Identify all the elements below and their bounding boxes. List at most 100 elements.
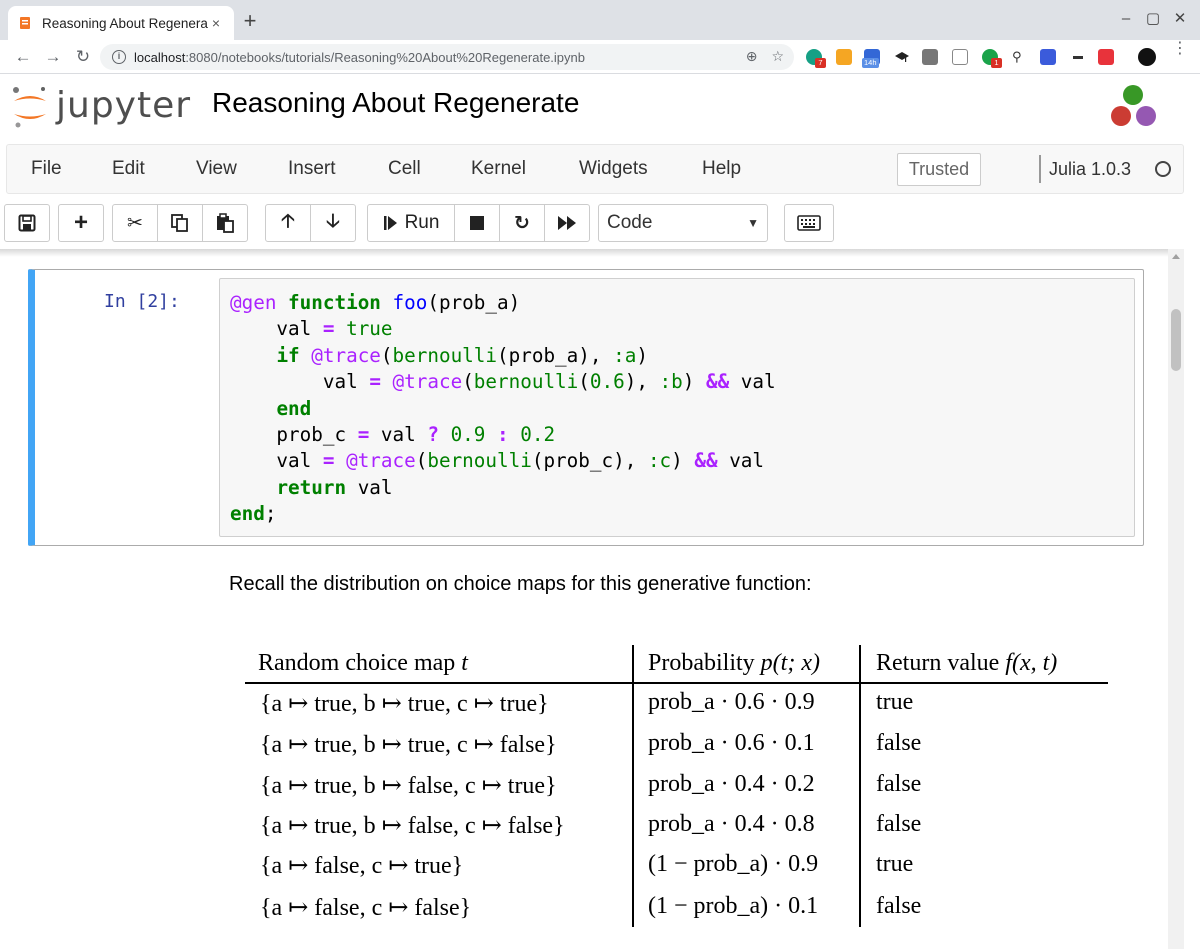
notebook-title[interactable]: Reasoning About Regenerate: [212, 87, 579, 119]
row-map: {a ↦ true, b ↦ true, c ↦ true}: [260, 691, 549, 717]
reload-icon[interactable]: ↻: [72, 46, 94, 68]
run-button[interactable]: Run: [367, 204, 455, 242]
jupyter-header: jupyter Reasoning About Regenerate: [0, 75, 1184, 141]
choice-map-table: Random choice map t Probability p(t; x) …: [245, 645, 1108, 927]
restart-run-all-button[interactable]: [544, 204, 590, 242]
header-random-choice-map: Random choice map t: [258, 650, 468, 676]
cell-type-value: Code: [607, 212, 653, 233]
bookmark-star-icon[interactable]: ☆: [771, 48, 784, 65]
browser-menu-icon[interactable]: ⋮: [1172, 41, 1188, 57]
caret-down-icon: ▼: [747, 216, 759, 230]
kernel-name[interactable]: Julia 1.0.3: [1049, 159, 1131, 180]
code-editor[interactable]: @gen function foo(prob_a) val = true if …: [219, 278, 1135, 537]
copy-icon: [171, 214, 188, 232]
row-map: {a ↦ true, b ↦ false, c ↦ false}: [260, 813, 565, 839]
extension-minus-icon[interactable]: [1070, 49, 1086, 65]
move-up-button[interactable]: 🡡: [265, 204, 311, 242]
row-map: {a ↦ true, b ↦ false, c ↦ true}: [260, 773, 557, 799]
menu-edit[interactable]: Edit: [112, 158, 145, 180]
extension-c-icon[interactable]: [922, 49, 938, 65]
site-info-icon[interactable]: i: [112, 50, 126, 64]
minimize-icon[interactable]: –: [1116, 10, 1136, 28]
column-rule: [632, 645, 634, 927]
row-probability: prob_a · 0.4 · 0.2: [648, 771, 815, 797]
zoom-icon[interactable]: ⊕: [746, 48, 758, 65]
new-tab-button[interactable]: +: [240, 10, 260, 32]
menu-insert[interactable]: Insert: [288, 158, 336, 180]
scroll-up-icon[interactable]: [1172, 254, 1180, 259]
extension-badge: 7: [815, 58, 826, 68]
scissors-icon: ✂: [127, 212, 143, 234]
plus-icon: +: [73, 209, 88, 236]
extension-search-icon[interactable]: ⚲: [1012, 49, 1028, 65]
julia-kernel-logo-icon: [1111, 85, 1156, 126]
row-map: {a ↦ false, c ↦ true}: [260, 853, 464, 879]
row-probability: prob_a · 0.6 · 0.9: [648, 689, 815, 715]
profile-avatar[interactable]: [1138, 48, 1156, 66]
insert-cell-button[interactable]: +: [58, 204, 104, 242]
browser-tabstrip: Reasoning About Regenerate × + – ▢ ✕: [0, 0, 1200, 40]
save-button[interactable]: [4, 204, 50, 242]
tab-close-icon[interactable]: ×: [208, 15, 224, 31]
row-probability: (1 − prob_a) · 0.9: [648, 851, 819, 877]
window-close-icon[interactable]: ✕: [1170, 10, 1190, 28]
address-bar[interactable]: i localhost:8080/notebooks/tutorials/Rea…: [100, 44, 794, 70]
url-host: localhost: [134, 49, 186, 65]
input-prompt: In [2]:: [104, 291, 180, 312]
extension-page-icon[interactable]: [952, 49, 968, 65]
menubar: File Edit View Insert Cell Kernel Widget…: [6, 144, 1184, 194]
graduation-cap-icon[interactable]: [894, 49, 910, 65]
menu-widgets[interactable]: Widgets: [579, 158, 648, 180]
menu-view[interactable]: View: [196, 158, 237, 180]
header-probability: Probability p(t; x): [648, 650, 820, 676]
move-down-button[interactable]: 🡣: [310, 204, 356, 242]
extension-play-icon[interactable]: [1098, 49, 1114, 65]
keyboard-icon: [797, 215, 821, 231]
row-probability: prob_a · 0.4 · 0.8: [648, 811, 815, 837]
maximize-icon[interactable]: ▢: [1143, 10, 1163, 28]
extension-message-icon[interactable]: [1040, 49, 1056, 65]
paste-button[interactable]: [202, 204, 248, 242]
row-return-value: true: [876, 689, 914, 715]
scrollbar-thumb[interactable]: [1171, 309, 1181, 371]
header-rule: [245, 682, 1108, 684]
browser-tab[interactable]: Reasoning About Regenerate ×: [8, 6, 234, 40]
cut-button[interactable]: ✂: [112, 204, 158, 242]
interrupt-button[interactable]: [454, 204, 500, 242]
restart-button[interactable]: ↻: [499, 204, 545, 242]
fast-forward-icon: [558, 216, 576, 230]
row-map: {a ↦ true, b ↦ true, c ↦ false}: [260, 732, 557, 758]
menu-cell[interactable]: Cell: [388, 158, 421, 180]
extension-badge: 1: [991, 58, 1002, 68]
command-palette-button[interactable]: [784, 204, 834, 242]
notebook-toolbar: + ✂ 🡡 🡣 Run ↻ Code ▼: [0, 200, 1184, 248]
row-return-value: false: [876, 811, 922, 837]
trusted-badge[interactable]: Trusted: [897, 153, 981, 186]
run-label: Run: [404, 212, 440, 233]
kernel-idle-indicator-icon: [1155, 161, 1171, 177]
step-forward-icon: [383, 216, 397, 230]
menu-kernel[interactable]: Kernel: [471, 158, 526, 180]
arrow-up-icon: 🡡: [281, 211, 295, 232]
header-shadow: [0, 249, 1184, 257]
menu-help[interactable]: Help: [702, 158, 741, 180]
paste-icon: [217, 213, 234, 233]
stop-icon: [470, 216, 484, 230]
jupyter-wordmark: jupyter: [56, 85, 192, 126]
extension-counter-icon[interactable]: [836, 49, 852, 65]
copy-button[interactable]: [157, 204, 203, 242]
forward-icon[interactable]: →: [42, 46, 64, 68]
back-icon[interactable]: ←: [12, 46, 34, 68]
cell-type-select[interactable]: Code ▼: [598, 204, 768, 242]
row-map: {a ↦ false, c ↦ false}: [260, 895, 472, 921]
jupyter-logo-icon[interactable]: [10, 83, 50, 131]
kernel-separator: [1039, 155, 1041, 183]
browser-toolbar: ← → ↻ i localhost:8080/notebooks/tutoria…: [0, 40, 1200, 74]
markdown-intro: Recall the distribution on choice maps f…: [229, 573, 812, 595]
row-return-value: false: [876, 730, 922, 756]
column-rule: [859, 645, 861, 927]
row-return-value: true: [876, 851, 914, 877]
row-return-value: false: [876, 893, 922, 919]
menu-file[interactable]: File: [31, 158, 62, 180]
url-path: :8080/notebooks/tutorials/Reasoning%20Ab…: [185, 49, 585, 65]
